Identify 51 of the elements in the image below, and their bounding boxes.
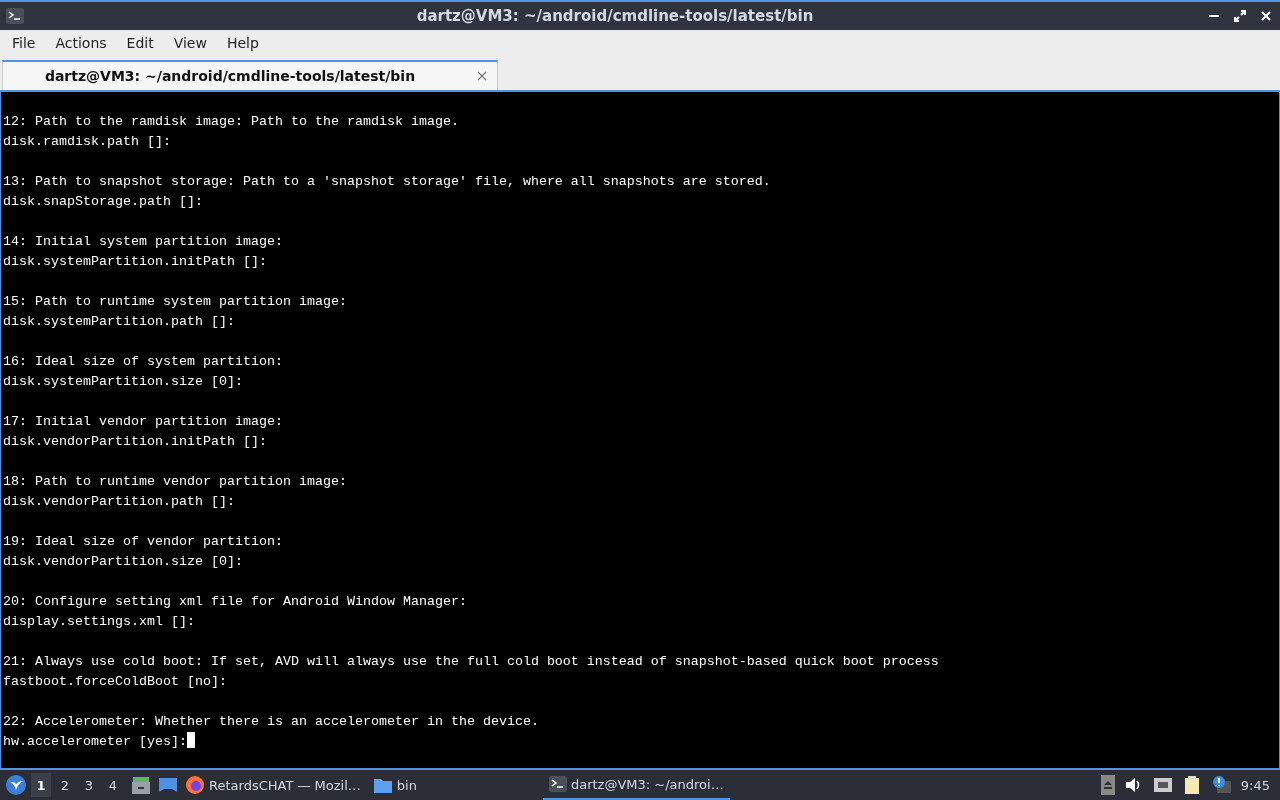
clock: 9:45 — [1240, 777, 1270, 793]
terminal-line: fastboot.forceColdBoot [no]: — [3, 674, 227, 689]
maximize-button[interactable] — [1232, 8, 1248, 24]
terminal-line: 17: Initial vendor partition image: — [3, 414, 283, 429]
menu-item[interactable]: Actions — [45, 35, 117, 51]
notes-icon[interactable] — [1182, 775, 1201, 795]
desktop-icon[interactable] — [157, 775, 179, 795]
terminal-line: 14: Initial system partition image: — [3, 234, 283, 249]
network-icon[interactable] — [1152, 776, 1173, 794]
window-title: dartz@VM3: ~/android/cmdline-tools/latest/bin — [415, 7, 815, 25]
menu-item[interactable]: View — [163, 35, 217, 51]
terminal-icon — [548, 776, 567, 792]
terminal-line: 16: Ideal size of system partition: — [3, 354, 283, 369]
desktop-switch[interactable]: 2 — [55, 773, 75, 797]
terminal-line: 21: Always use cold boot: If set, AVD will always use the full cold boot instead of snapshot-based quick boot process — [3, 654, 939, 669]
notification-icon[interactable] — [1210, 775, 1231, 795]
close-icon[interactable] — [477, 71, 487, 81]
terminal-line: 19: Ideal size of vendor partition: — [3, 534, 283, 549]
menu-icon[interactable] — [5, 774, 27, 796]
taskbar-button[interactable]: RetardsCHAT — Mozil… — [179, 770, 367, 800]
terminal-line: 12: Path to the ramdisk image: Path to the ramdisk image. — [3, 114, 459, 129]
menu-item[interactable]: Edit — [116, 35, 164, 51]
terminal-line: disk.systemPartition.path []: — [3, 314, 235, 329]
terminal-line: hw.accelerometer [yes]: — [3, 734, 187, 749]
desktop-switch[interactable]: 3 — [79, 773, 99, 797]
terminal-line: disk.vendorPartition.initPath []: — [3, 434, 267, 449]
desktop-switch[interactable]: 4 — [103, 773, 123, 797]
terminal-line: 20: Configure setting xml file for Android Window Manager: — [3, 594, 467, 609]
eject-icon[interactable] — [1100, 775, 1115, 795]
terminal-line: 15: Path to runtime system partition image: — [3, 294, 347, 309]
folder-icon — [372, 776, 393, 794]
terminal-line: disk.vendorPartition.size [0]: — [3, 554, 243, 569]
file-cabinet-icon[interactable] — [131, 775, 151, 795]
terminal-line: 22: Accelerometer: Whether there is an accelerometer in the device. — [3, 714, 539, 729]
terminal-line: disk.systemPartition.size [0]: — [3, 374, 243, 389]
desktop-switch[interactable]: 1 — [31, 773, 51, 797]
menu-item[interactable]: File — [2, 35, 46, 51]
tab[interactable]: dartz@VM3: ~/android/cmdline-tools/latest/bin — [2, 60, 498, 90]
terminal-line: display.settings.xml []: — [3, 614, 195, 629]
menu-item[interactable]: Help — [216, 35, 269, 51]
globe-icon — [185, 775, 205, 795]
text-cursor — [186, 732, 195, 748]
terminal-line: disk.snapStorage.path []: — [3, 194, 203, 209]
terminal-line: 13: Path to snapshot storage: Path to a 'snapshot storage' file, where all snapshots are stored. — [3, 174, 771, 189]
terminal-line: disk.ramdisk.path []: — [3, 134, 171, 149]
taskbar-button[interactable]: bin — [366, 770, 423, 800]
terminal-icon — [6, 8, 24, 24]
terminal-line: 18: Path to runtime vendor partition image: — [3, 474, 347, 489]
terminal-line: disk.vendorPartition.path []: — [3, 494, 235, 509]
taskbar-button[interactable]: dartz@VM3: ~/androi… — [542, 770, 730, 800]
terminal-line: disk.systemPartition.initPath []: — [3, 254, 267, 269]
